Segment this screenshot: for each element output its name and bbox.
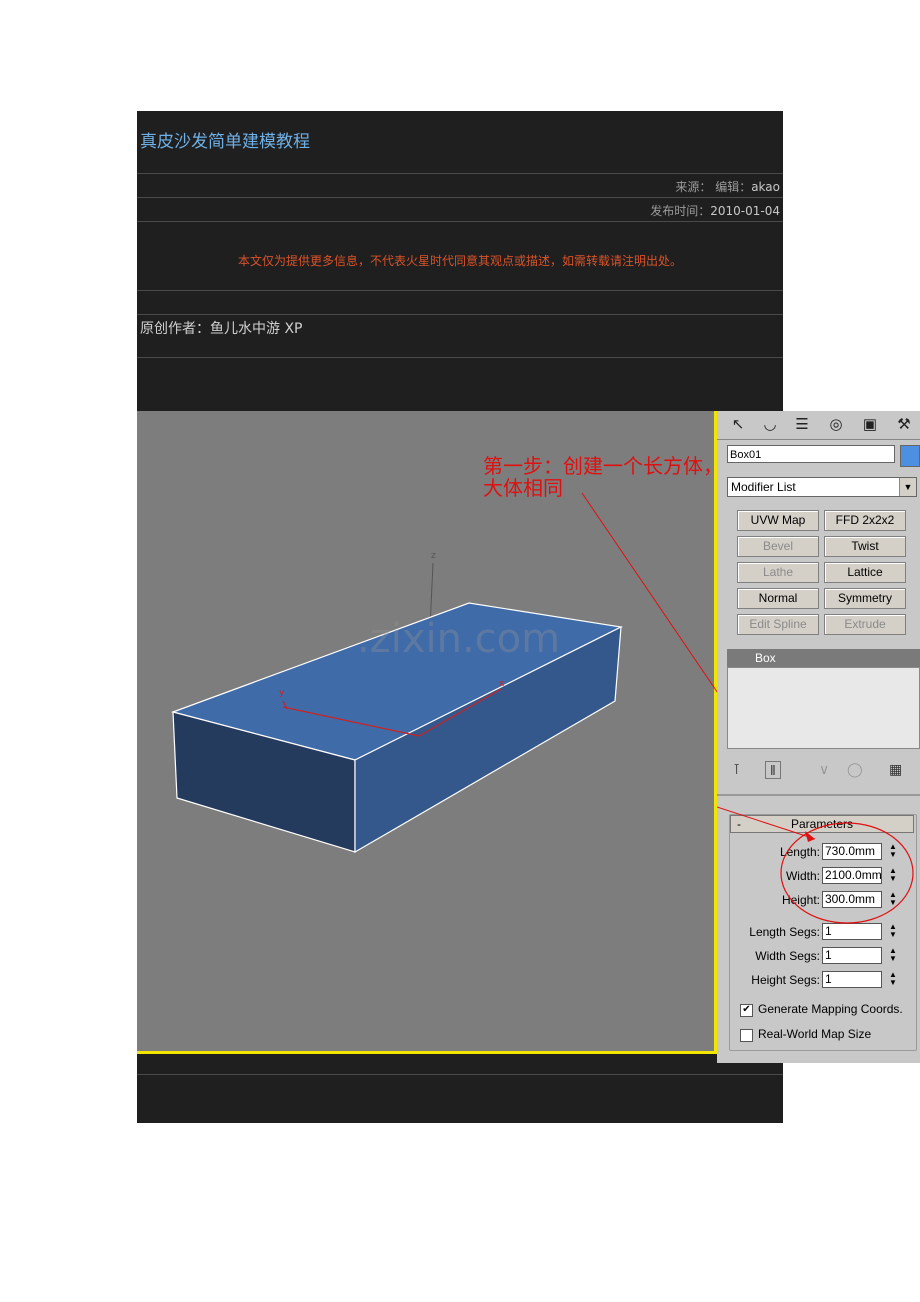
- annotation-ellipse-layer: [717, 806, 914, 924]
- divider: [137, 314, 783, 315]
- copyright-notice: 本文仅为提供更多信息，不代表火星时代同意其观点或描述，如需转载请注明出处。: [237, 254, 682, 268]
- author-line: 原创作者：鱼儿水中游 XP: [140, 321, 303, 337]
- annotation-ellipse: [780, 822, 914, 924]
- watermark: .zixin.com: [357, 616, 561, 662]
- perspective-viewport[interactable]: .zixin.com 第一步：创建一个长方体，尺寸和沙发 大体相同 z y x: [137, 411, 823, 1054]
- annotation-arrow-line: [717, 806, 816, 840]
- divider: [137, 221, 783, 222]
- axis-y-label: y: [279, 688, 285, 698]
- date-label: 发布时间：: [650, 204, 711, 218]
- annotation-arrowhead: [805, 831, 815, 842]
- command-panel: ↖ ◡ ☰ ◎ ▣ ⚒ Box01 Modifier List ▼ UVW Ma…: [717, 411, 920, 1063]
- source-label: 来源：: [675, 180, 712, 194]
- divider: [137, 1074, 783, 1075]
- source-editor-line: 来源： 编辑：akao: [675, 178, 780, 195]
- divider: [137, 290, 783, 291]
- divider: [137, 357, 783, 358]
- divider: [137, 197, 783, 198]
- editor-label: 编辑：: [715, 180, 752, 194]
- date-value: 2010-01-04: [710, 204, 780, 218]
- axis-z-label: z: [431, 551, 436, 561]
- divider: [137, 173, 783, 174]
- editor-value: akao: [751, 180, 780, 194]
- article-title: 真皮沙发简单建模教程: [140, 132, 310, 152]
- annotation-line-2: 大体相同: [483, 476, 563, 500]
- publish-date-line: 发布时间：2010-01-04: [650, 202, 780, 219]
- axis-x-label: x: [499, 679, 505, 689]
- box-scene: [171, 492, 717, 854]
